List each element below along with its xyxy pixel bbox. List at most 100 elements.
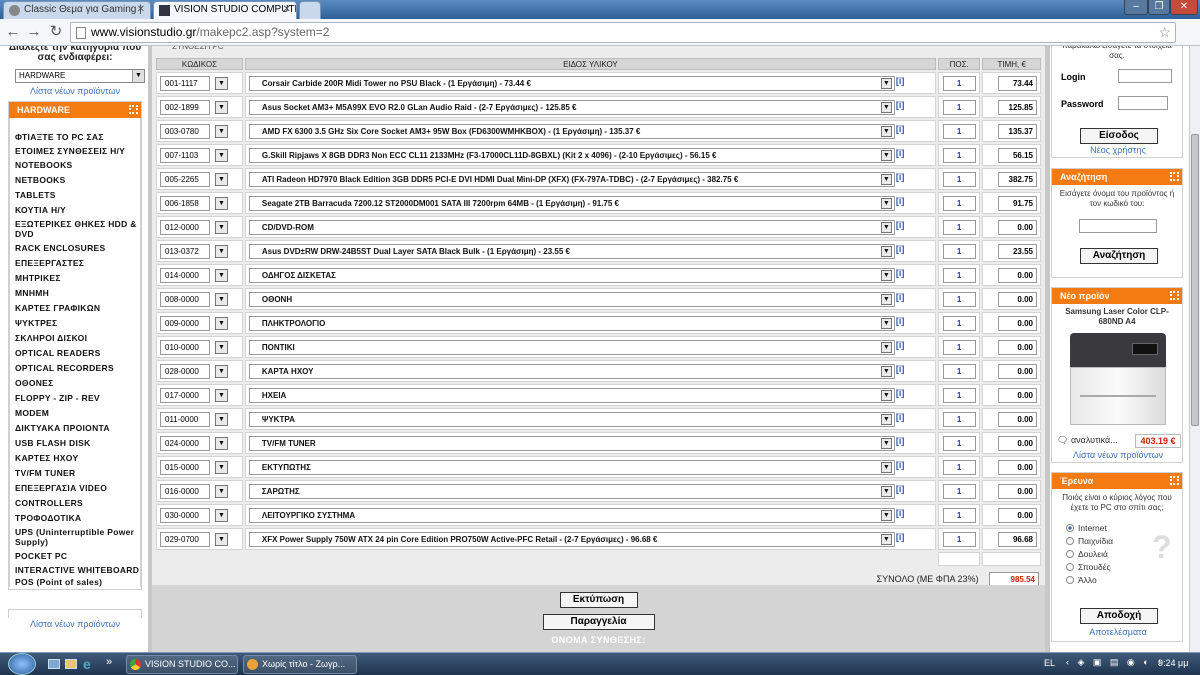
qty-input[interactable]: 1	[942, 243, 976, 259]
minimize-icon[interactable]: ‒	[1124, 0, 1148, 15]
sidebar-item[interactable]: ΕΤΟΙΜΕΣ ΣΥΝΘΕΣΕΙΣ Η/Υ	[15, 146, 140, 156]
tray-icons[interactable]: ‹ ◈ ▣ ▤ ◉ ◐ ♪	[1066, 657, 1165, 668]
code-input[interactable]: 028-0000	[160, 363, 210, 379]
code-dropdown-icon[interactable]: ▼	[215, 268, 228, 282]
info-icon[interactable]: [i]	[896, 532, 905, 542]
start-button[interactable]	[8, 653, 36, 675]
radio-icon[interactable]	[1066, 524, 1074, 532]
code-dropdown-icon[interactable]: ▼	[215, 124, 228, 138]
code-input[interactable]: 008-0000	[160, 291, 210, 307]
radio-icon[interactable]	[1066, 576, 1074, 584]
category-select[interactable]: HARDWARE ▼	[15, 69, 145, 83]
item-select[interactable]: Asus Socket AM3+ M5A99X EVO R2.0 GLan Au…	[248, 99, 895, 115]
code-input[interactable]: 011-0000	[160, 411, 210, 427]
info-icon[interactable]: [i]	[896, 412, 905, 422]
sidebar-item[interactable]: ΣΚΛΗΡΟΙ ΔΙΣΚΟΙ	[15, 331, 140, 346]
code-input[interactable]: 015-0000	[160, 459, 210, 475]
sidebar-item[interactable]: POS (Point of sales)	[15, 577, 140, 587]
code-input[interactable]: 001-1117	[160, 75, 210, 91]
item-select[interactable]: G.Skill Ripjaws X 8GB DDR3 Non ECC CL11 …	[248, 147, 895, 163]
info-icon[interactable]: [i]	[896, 76, 905, 86]
info-icon[interactable]: [i]	[896, 220, 905, 230]
item-select[interactable]: Corsair Carbide 200R Midi Tower no PSU B…	[248, 75, 895, 91]
radio-icon[interactable]	[1066, 537, 1074, 545]
code-input[interactable]: 024-0000	[160, 435, 210, 451]
url-input[interactable]: www.visionstudio.gr/makepc2.asp?system=2…	[70, 22, 1176, 43]
qty-input[interactable]: 1	[942, 219, 976, 235]
new-user-link[interactable]: Νέος χρήστης	[1052, 145, 1184, 155]
item-select[interactable]: TV/FM TUNER ▼	[248, 435, 895, 451]
qty-input[interactable]: 1	[942, 195, 976, 211]
explorer-icon[interactable]	[65, 659, 77, 669]
sidebar-item[interactable]: ΨΥΚΤΡΕΣ	[15, 316, 140, 331]
search-input[interactable]	[1079, 219, 1157, 233]
new-list-link[interactable]: Λίστα νέων προϊόντων	[1052, 450, 1184, 460]
ie-icon[interactable]: e	[83, 656, 91, 672]
sidebar-item[interactable]: MODEM	[15, 406, 140, 421]
code-dropdown-icon[interactable]: ▼	[215, 364, 228, 378]
code-dropdown-icon[interactable]: ▼	[215, 172, 228, 186]
info-icon[interactable]: [i]	[896, 292, 905, 302]
item-select[interactable]: CD/DVD-ROM ▼	[248, 219, 895, 235]
reload-icon[interactable]: ↻	[46, 23, 66, 41]
qty-input[interactable]: 1	[942, 483, 976, 499]
radio-icon[interactable]	[1066, 563, 1074, 571]
sidebar-item[interactable]: ΜΝΗΜΗ	[15, 286, 140, 301]
info-icon[interactable]: [i]	[896, 340, 905, 350]
poll-submit-button[interactable]: Αποδοχή	[1080, 608, 1158, 624]
taskbar-item-chrome[interactable]: VISION STUDIO CO...	[126, 655, 238, 674]
code-dropdown-icon[interactable]: ▼	[215, 76, 228, 90]
tab-classic[interactable]: Classic Θεμα για Gaming | ✕	[3, 1, 151, 19]
code-dropdown-icon[interactable]: ▼	[215, 412, 228, 426]
sidebar-item[interactable]: ΕΠΕΞΕΡΓΑΣΤΕΣ	[15, 256, 140, 271]
code-dropdown-icon[interactable]: ▼	[215, 220, 228, 234]
qty-input[interactable]: 1	[942, 435, 976, 451]
item-select[interactable]: ΚΑΡΤΑ ΗΧΟΥ ▼	[248, 363, 895, 379]
new-products-link[interactable]: Λίστα νέων προϊόντων	[8, 86, 142, 96]
code-input[interactable]: 010-0000	[160, 339, 210, 355]
forward-icon[interactable]: →	[24, 23, 44, 41]
scrollbar-thumb[interactable]	[1191, 134, 1199, 426]
qty-input[interactable]: 1	[942, 339, 976, 355]
sidebar-item[interactable]: FLOPPY - ZIP - REV	[15, 391, 140, 406]
item-select[interactable]: ΠΟΝΤΙΚΙ ▼	[248, 339, 895, 355]
results-link[interactable]: Αποτελέσματα	[1052, 627, 1184, 637]
code-input[interactable]: 007-1103	[160, 147, 210, 163]
taskbar-item-paint[interactable]: Χωρίς τίτλο - Ζωγρ...	[243, 655, 357, 674]
qty-input[interactable]: 1	[942, 531, 976, 547]
sidebar-item[interactable]: USB FLASH DISK	[15, 436, 140, 451]
password-input[interactable]	[1118, 96, 1168, 110]
poll-option[interactable]: Άλλο	[1052, 574, 1182, 587]
maximize-icon[interactable]: ❐	[1148, 0, 1170, 15]
new-product-name[interactable]: Samsung Laser Color CLP-680ND A4	[1052, 304, 1182, 327]
sidebar-item[interactable]: ΕΞΩΤΕΡΙΚΕΣ ΘΗΚΕΣ HDD & DVD	[15, 219, 140, 239]
code-dropdown-icon[interactable]: ▼	[215, 244, 228, 258]
info-icon[interactable]: [i]	[896, 460, 905, 470]
code-dropdown-icon[interactable]: ▼	[215, 196, 228, 210]
qty-input[interactable]: 1	[942, 99, 976, 115]
info-icon[interactable]: [i]	[896, 268, 905, 278]
code-input[interactable]: 006-1858	[160, 195, 210, 211]
sidebar-item[interactable]: TV/FM TUNER	[15, 466, 140, 481]
sidebar-item[interactable]: OPTICAL READERS	[15, 346, 140, 361]
info-icon[interactable]: [i]	[896, 148, 905, 158]
info-icon[interactable]: [i]	[896, 100, 905, 110]
qty-input[interactable]: 1	[942, 267, 976, 283]
code-dropdown-icon[interactable]: ▼	[215, 148, 228, 162]
code-input[interactable]: 005-2265	[160, 171, 210, 187]
code-dropdown-icon[interactable]: ▼	[215, 484, 228, 498]
item-select[interactable]: XFX Power Supply 750W ATX 24 pin Core Ed…	[248, 531, 895, 547]
sidebar-item[interactable]: TABLETS	[15, 188, 140, 203]
login-button[interactable]: Είσοδος	[1080, 128, 1158, 144]
sidebar-item[interactable]: ΜΗΤΡΙΚΕΣ	[15, 271, 140, 286]
close-tab-icon[interactable]: ✕	[283, 2, 291, 18]
sidebar-item[interactable]: ΚΟΥΤΙΑ Η/Υ	[15, 203, 140, 218]
code-dropdown-icon[interactable]: ▼	[215, 292, 228, 306]
sidebar-item[interactable]: RACK ENCLOSURES	[15, 241, 140, 256]
sidebar-item[interactable]: INTERACTIVE WHITEBOARD	[15, 565, 140, 575]
qty-input[interactable]: 1	[942, 363, 976, 379]
close-tab-icon[interactable]: ✕	[137, 2, 145, 18]
details-link[interactable]: 🗨 αναλυτικά...	[1057, 435, 1118, 446]
info-icon[interactable]: [i]	[896, 364, 905, 374]
code-input[interactable]: 016-0000	[160, 483, 210, 499]
